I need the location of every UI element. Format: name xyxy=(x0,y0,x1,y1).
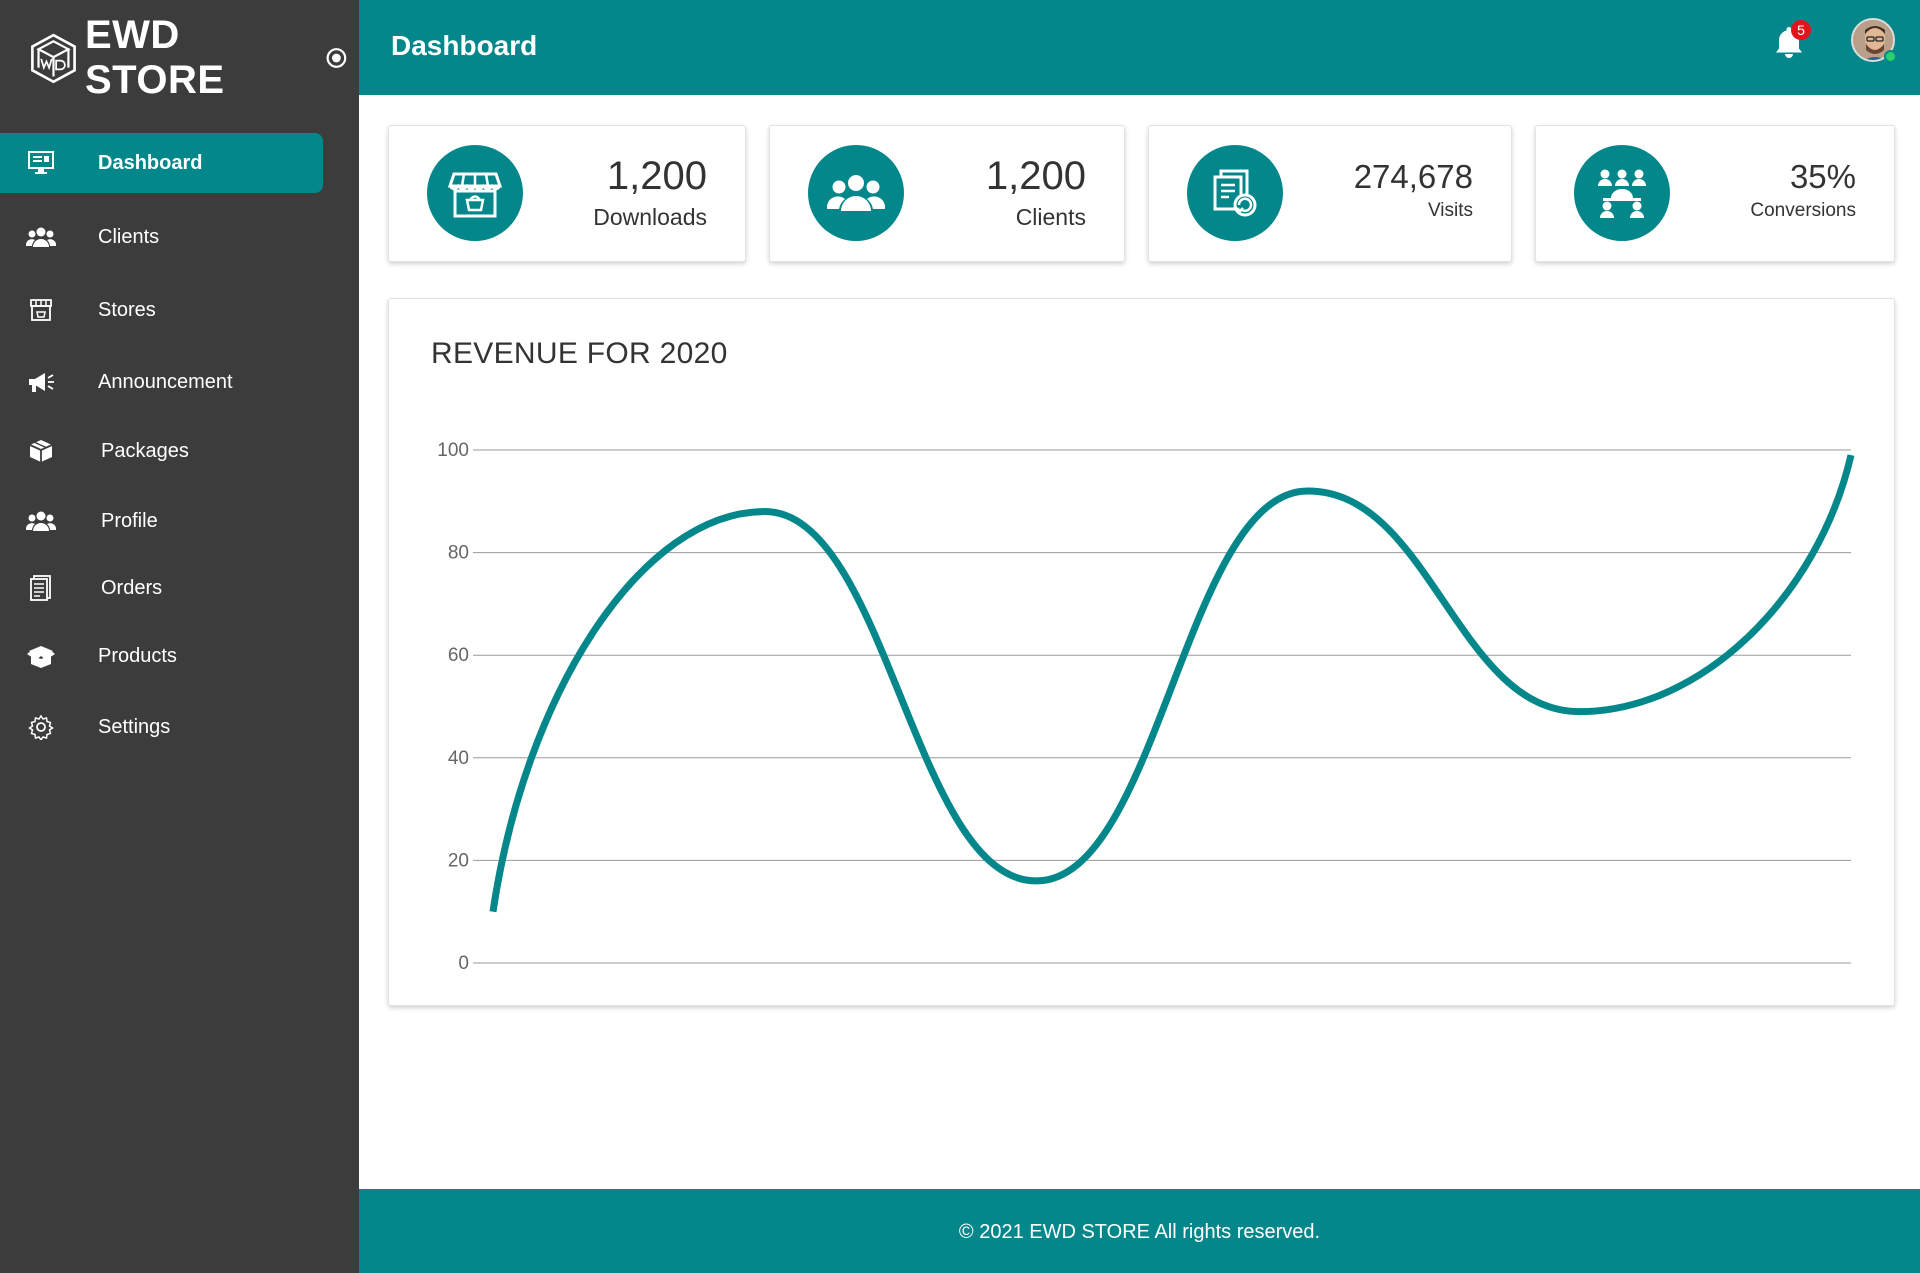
y-tick-label: 100 xyxy=(437,440,469,461)
stat-caption: Conversions xyxy=(1750,200,1856,221)
sidebar-item-label: Profile xyxy=(101,509,158,532)
sidebar-item-orders[interactable]: Orders xyxy=(0,558,323,618)
notification-badge: 5 xyxy=(1791,20,1811,40)
products-icon xyxy=(26,641,56,671)
stat-caption: Visits xyxy=(1427,200,1473,221)
y-tick-label: 40 xyxy=(448,748,469,769)
y-tick-label: 0 xyxy=(458,953,469,974)
profile-icon xyxy=(26,506,56,536)
sidebar-item-label: Settings xyxy=(98,715,171,738)
brand[interactable]: EWD STORE xyxy=(28,13,348,102)
series-line xyxy=(489,454,1855,913)
sidebar-item-products[interactable]: Products xyxy=(0,626,323,686)
sidebar-item-packages[interactable]: Packages xyxy=(0,421,323,481)
sidebar-item-label: Products xyxy=(98,644,177,667)
logo-icon xyxy=(31,33,76,84)
revenue-chart-card: REVENUE FOR 2020 0 20 40 60 80 100 xyxy=(388,298,1895,1006)
megaphone-icon xyxy=(26,367,56,397)
stat-value: 35% xyxy=(1789,158,1856,195)
revenue-chart: 0 20 40 60 80 100 xyxy=(437,440,1855,974)
stat-caption: Downloads xyxy=(593,204,707,230)
sidebar-item-label: Packages xyxy=(101,439,189,462)
store-icon xyxy=(26,295,56,325)
settings-icon xyxy=(26,712,56,742)
stat-value: 1,200 xyxy=(606,154,707,198)
y-tick-label: 80 xyxy=(448,543,469,564)
online-status-dot xyxy=(1884,50,1897,63)
sidebar-item-label: Stores xyxy=(98,298,156,321)
stat-card-conversions: 35% Conversions xyxy=(1535,125,1895,262)
packages-icon xyxy=(26,436,56,466)
sidebar-item-clients[interactable]: Clients xyxy=(0,207,323,267)
sidebar: EWD STORE Dashboard Clients Stores Annou… xyxy=(0,0,359,1273)
stat-caption: Clients xyxy=(1015,204,1086,230)
sidebar-item-announcement[interactable]: Announcement xyxy=(0,352,323,412)
stat-value: 274,678 xyxy=(1353,158,1473,195)
y-tick-label: 60 xyxy=(448,645,469,666)
sidebar-item-stores[interactable]: Stores xyxy=(0,280,323,340)
brand-name: EWD STORE xyxy=(84,13,225,102)
users-icon xyxy=(26,222,56,252)
y-tick-label: 20 xyxy=(448,850,469,871)
stat-card-clients: 1,200 Clients xyxy=(769,125,1125,262)
sidebar-item-label: Announcement xyxy=(98,370,233,393)
dashboard-icon xyxy=(26,148,56,178)
sidebar-item-settings[interactable]: Settings xyxy=(0,697,323,757)
visits-icon xyxy=(1187,145,1283,241)
stat-card-downloads: 1,200 Downloads xyxy=(388,125,746,262)
sidebar-item-label: Dashboard xyxy=(98,151,203,174)
conversions-icon xyxy=(1574,145,1670,241)
footer: © 2021 EWD STORE All rights reserved. xyxy=(359,1189,1920,1273)
sidebar-item-label: Orders xyxy=(101,576,163,599)
target-icon[interactable] xyxy=(325,45,348,71)
sidebar-item-label: Clients xyxy=(98,225,160,248)
orders-icon xyxy=(26,573,56,603)
sidebar-item-profile[interactable]: Profile xyxy=(0,491,323,551)
store-basket-icon xyxy=(427,145,523,241)
header: Dashboard 5 xyxy=(359,0,1920,95)
page-title: Dashboard xyxy=(391,30,538,61)
clients-icon xyxy=(808,145,904,241)
stat-card-visits: 274,678 Visits xyxy=(1148,125,1512,262)
sidebar-item-dashboard[interactable]: Dashboard xyxy=(0,133,323,193)
stat-value: 1,200 xyxy=(985,154,1086,198)
footer-text: © 2021 EWD STORE All rights reserved. xyxy=(958,1221,1321,1243)
